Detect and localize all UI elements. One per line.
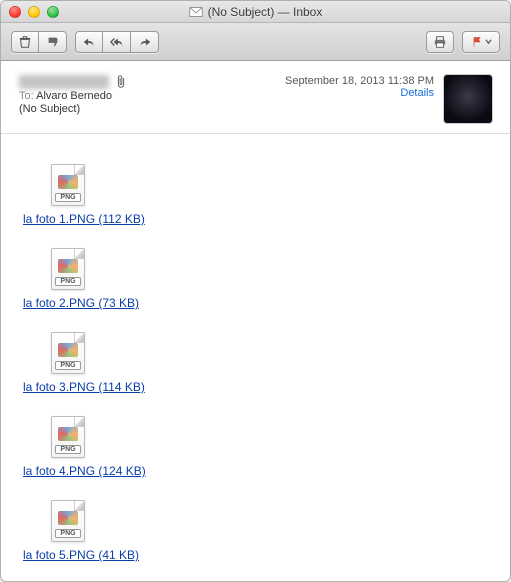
attachment-badge: PNG xyxy=(55,529,81,538)
flag-button[interactable] xyxy=(462,31,500,53)
nav-reply-group xyxy=(75,31,159,53)
forward-icon xyxy=(138,35,152,49)
junk-button[interactable] xyxy=(39,31,67,53)
attachment-item: PNG la foto 4.PNG (124 KB) xyxy=(23,416,488,478)
maximize-icon[interactable] xyxy=(47,6,59,18)
reply-button[interactable] xyxy=(75,31,103,53)
attachment-icon[interactable]: PNG xyxy=(51,164,93,206)
details-link[interactable]: Details xyxy=(285,87,434,99)
reply-all-icon xyxy=(110,35,124,49)
print-button[interactable] xyxy=(426,31,454,53)
delete-button[interactable] xyxy=(11,31,39,53)
print-group xyxy=(426,31,454,53)
close-icon[interactable] xyxy=(9,6,21,18)
reply-icon xyxy=(82,35,96,49)
attachment-badge: PNG xyxy=(55,277,81,286)
minimize-icon[interactable] xyxy=(28,6,40,18)
traffic-lights xyxy=(1,6,67,18)
thumbs-down-icon xyxy=(46,35,60,49)
attachment-badge: PNG xyxy=(55,361,81,370)
subject-row: (No Subject) xyxy=(19,103,275,115)
titlebar: (No Subject) — Inbox xyxy=(1,1,510,23)
to-name: Alvaro Bernedo xyxy=(36,90,112,102)
to-row: To: Alvaro Bernedo xyxy=(19,90,275,102)
attachment-icon[interactable]: PNG xyxy=(51,332,93,374)
attachment-link[interactable]: la foto 3.PNG (114 KB) xyxy=(23,380,145,394)
delete-junk-group xyxy=(11,31,67,53)
flag-group xyxy=(462,31,500,53)
attachment-link[interactable]: la foto 2.PNG (73 KB) xyxy=(23,296,139,310)
message-body: PNG la foto 1.PNG (112 KB) PNG la foto 2… xyxy=(1,134,510,576)
envelope-icon xyxy=(189,7,203,17)
attachment-item: PNG la foto 1.PNG (112 KB) xyxy=(23,164,488,226)
attachment-icon[interactable]: PNG xyxy=(51,248,93,290)
attachment-icon[interactable]: PNG xyxy=(51,500,93,542)
from-name-redacted xyxy=(19,75,109,89)
attachment-item: PNG la foto 5.PNG (41 KB) xyxy=(23,500,488,562)
toolbar xyxy=(1,23,510,61)
date-text: September 18, 2013 11:38 PM xyxy=(285,75,434,87)
chevron-down-icon xyxy=(485,38,492,45)
avatar xyxy=(444,75,492,123)
attachment-badge: PNG xyxy=(55,193,81,202)
printer-icon xyxy=(433,35,447,49)
attachment-link[interactable]: la foto 4.PNG (124 KB) xyxy=(23,464,146,478)
window-title: (No Subject) — Inbox xyxy=(1,5,510,19)
window-title-text: (No Subject) — Inbox xyxy=(208,5,323,19)
to-label: To: xyxy=(19,90,34,102)
flag-icon xyxy=(471,36,483,48)
attachment-link[interactable]: la foto 5.PNG (41 KB) xyxy=(23,548,139,562)
reply-all-button[interactable] xyxy=(103,31,131,53)
paperclip-icon xyxy=(115,75,127,89)
from-row xyxy=(19,75,275,89)
trash-icon xyxy=(18,35,32,49)
attachment-icon[interactable]: PNG xyxy=(51,416,93,458)
forward-button[interactable] xyxy=(131,31,159,53)
message-header: To: Alvaro Bernedo (No Subject) Septembe… xyxy=(1,61,510,134)
attachment-badge: PNG xyxy=(55,445,81,454)
attachment-item: PNG la foto 2.PNG (73 KB) xyxy=(23,248,488,310)
attachment-link[interactable]: la foto 1.PNG (112 KB) xyxy=(23,212,145,226)
attachment-item: PNG la foto 3.PNG (114 KB) xyxy=(23,332,488,394)
